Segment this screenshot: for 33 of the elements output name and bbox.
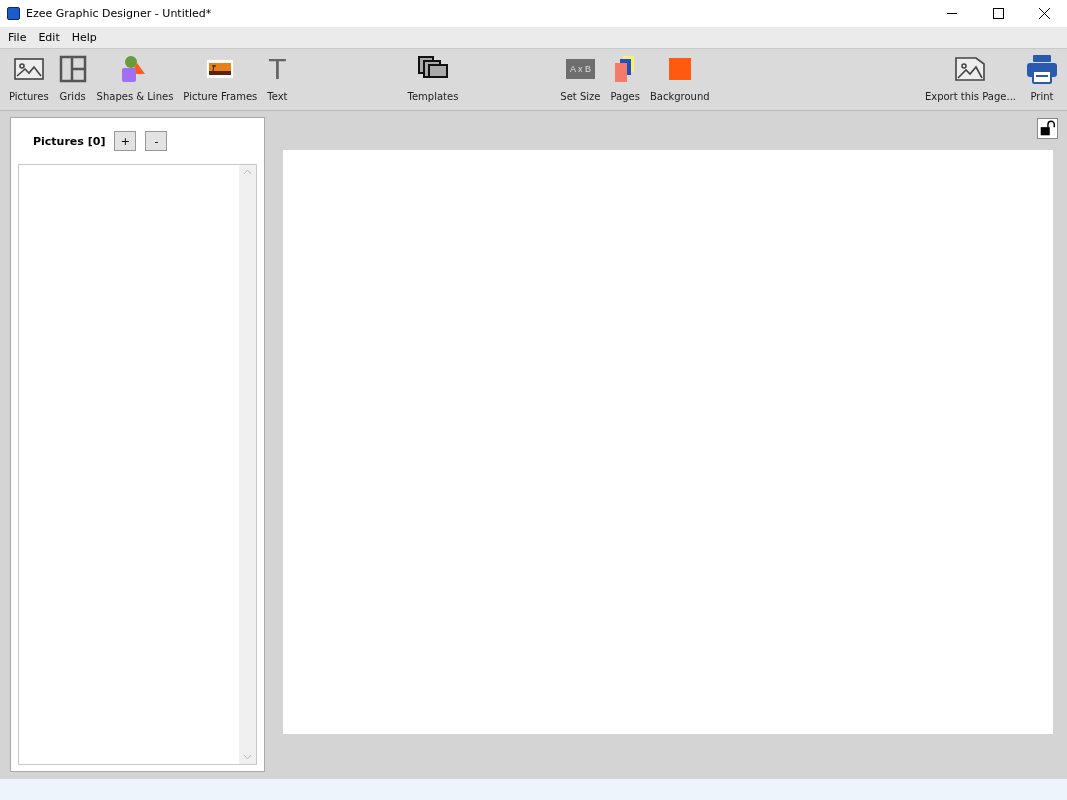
toolbar-button[interactable]: Pages <box>605 49 645 110</box>
size-icon: A x B <box>565 59 595 79</box>
toolbar-button[interactable]: Export this Page... <box>919 49 1021 110</box>
panel-title: Pictures [0] <box>33 134 106 148</box>
window-title: Ezee Graphic Designer - Untitled* <box>26 7 213 20</box>
scroll-up-icon[interactable] <box>243 169 252 175</box>
text-icon: T <box>268 54 287 84</box>
print-icon <box>1026 54 1058 84</box>
scroll-down-icon[interactable] <box>243 754 252 760</box>
toolbar-button[interactable]: Shapes & Lines <box>91 49 179 110</box>
toolbar-button[interactable]: Print <box>1021 49 1063 110</box>
toolbar-button[interactable]: Pictures <box>4 49 54 110</box>
toolbar-button[interactable]: A x B Set Size <box>555 49 606 110</box>
toolbar-button[interactable]: Background <box>644 49 715 110</box>
panel-button[interactable]: - <box>145 131 168 151</box>
image-export-icon <box>954 55 987 83</box>
background-fill-icon <box>668 58 691 80</box>
toolbar-button[interactable]: Grids <box>53 49 92 110</box>
design-canvas[interactable] <box>283 150 1053 734</box>
app-icon <box>7 7 20 20</box>
toolbar-button[interactable]: Picture Frames <box>178 49 263 110</box>
pictures-list[interactable] <box>18 164 257 765</box>
sunset-picture-icon <box>206 59 235 79</box>
unlocked-padlock-icon[interactable] <box>1037 118 1058 139</box>
toolbar-button[interactable]: T Text <box>262 49 293 110</box>
menu-item[interactable]: Help <box>65 31 103 44</box>
menu-item[interactable]: Edit <box>32 31 66 44</box>
grid-layout-icon <box>58 55 87 83</box>
toolbar-button[interactable]: Templates <box>402 49 464 110</box>
menu-item[interactable]: File <box>2 31 33 44</box>
picture-icon <box>13 57 44 81</box>
scrollbar[interactable] <box>239 165 256 764</box>
panel-button[interactable]: + <box>114 131 137 151</box>
